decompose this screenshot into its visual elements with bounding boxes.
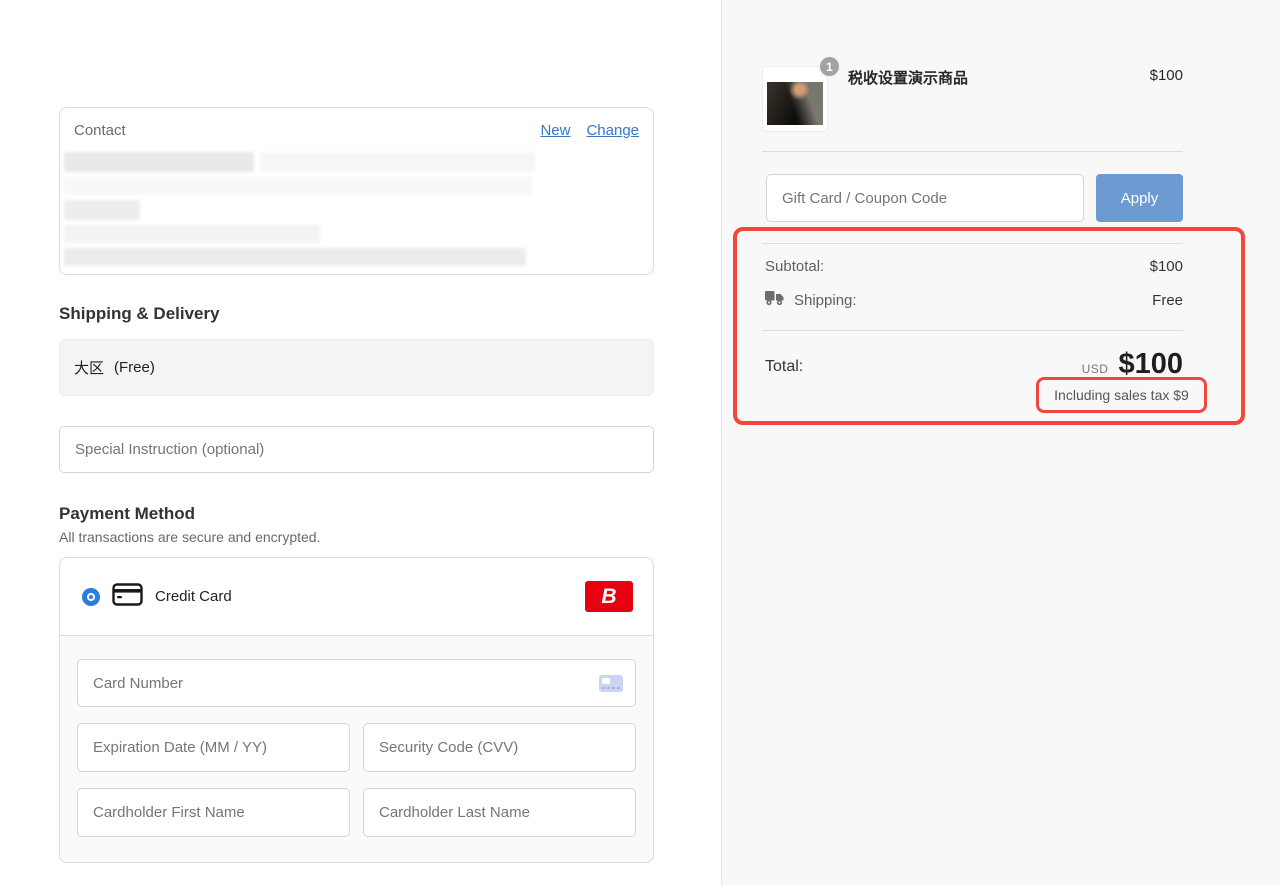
cardholder-first-name-input[interactable] [77, 788, 350, 837]
security-code-input[interactable] [363, 723, 636, 772]
line-item-row: 税收设置演示商品 $100 [848, 67, 1183, 88]
shipping-delivery-heading: Shipping & Delivery [59, 304, 220, 324]
product-price: $100 [1150, 67, 1183, 88]
summary-divider-top [762, 151, 1183, 152]
subtotal-label: Subtotal: [765, 258, 824, 275]
shipping-row: Shipping: Free [765, 291, 1183, 310]
shipping-option-name: 大区 [74, 357, 104, 378]
order-summary-panel [721, 0, 1280, 885]
contact-change-link[interactable]: Change [586, 122, 639, 139]
subtotal-value: $100 [1150, 258, 1183, 275]
truck-icon [765, 291, 785, 310]
contact-new-link[interactable]: New [540, 122, 570, 139]
shipping-value: Free [1152, 292, 1183, 309]
apply-coupon-button[interactable]: Apply [1096, 174, 1183, 222]
product-thumbnail [762, 66, 828, 132]
product-image [767, 82, 823, 125]
contact-header: Contact New Change [74, 122, 639, 139]
subtotal-row: Subtotal: $100 [765, 258, 1183, 275]
card-number-field-icon [599, 675, 623, 692]
coupon-code-input[interactable] [766, 174, 1084, 222]
total-amount-group: USD $100 [765, 348, 1183, 381]
payment-method-subheading: All transactions are secure and encrypte… [59, 529, 320, 545]
credit-card-label: Credit Card [155, 588, 232, 605]
checkout-page: Contact New Change Shipping & Delivery 大… [0, 0, 1280, 885]
expiration-date-input[interactable] [77, 723, 350, 772]
contact-card: Contact New Change [59, 107, 654, 275]
total-currency: USD [1082, 362, 1109, 376]
product-name: 税收设置演示商品 [848, 67, 968, 88]
shipping-label: Shipping: [794, 292, 857, 309]
shipping-option-selected: 大区 (Free) [59, 339, 654, 396]
credit-card-icon [112, 583, 143, 611]
payment-brand-logo: B [585, 581, 633, 612]
summary-divider-1 [762, 243, 1183, 244]
special-instruction-input[interactable] [59, 426, 654, 473]
total-value: $100 [1118, 348, 1183, 381]
quantity-badge: 1 [818, 55, 841, 78]
cardholder-last-name-input[interactable] [363, 788, 636, 837]
shipping-option-price: (Free) [114, 359, 155, 376]
contact-label: Contact [74, 122, 126, 139]
credit-card-radio[interactable] [82, 588, 100, 606]
credit-card-option-row: Credit Card B [60, 558, 653, 636]
contact-links: New Change [540, 122, 639, 139]
payment-method-heading: Payment Method [59, 504, 195, 524]
card-number-input[interactable] [77, 659, 636, 707]
summary-divider-2 [762, 330, 1183, 331]
redacted-contact-info [64, 152, 639, 271]
